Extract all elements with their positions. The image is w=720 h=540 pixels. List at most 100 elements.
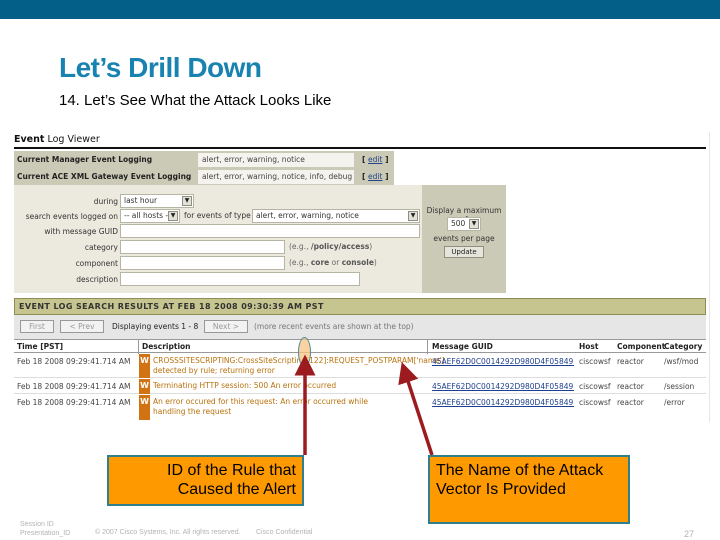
chevron-down-icon[interactable]: ▼	[168, 211, 178, 221]
chevron-down-icon[interactable]: ▼	[182, 196, 192, 206]
slide-subtitle: 14. Let’s See What the Attack Looks Like	[59, 92, 332, 109]
event-type-label: for events of type	[184, 211, 251, 220]
guid-input[interactable]	[120, 224, 420, 238]
current-gateway-logging-label: Current ACE XML Gateway Event Logging	[17, 172, 192, 181]
search-form: during last hour ▼ search events logged …	[14, 185, 422, 293]
update-button[interactable]: Update	[444, 246, 484, 258]
hosts-select[interactable]: -- all hosts -- ▼	[120, 209, 180, 223]
event-log-viewer-screenshot: Event Log Viewer Current Manager Event L…	[10, 132, 710, 422]
component-hint-core: core	[310, 258, 330, 267]
category-hint: (e.g., /policy/access)	[289, 242, 372, 251]
warning-level-badge: W	[139, 354, 150, 378]
row-category: /session	[664, 382, 695, 391]
row-description: An error occured for this request: An er…	[153, 397, 368, 416]
max-events-select[interactable]: 500 ▼	[447, 217, 481, 231]
current-logging-panel: Current Manager Event Logging alert, err…	[14, 151, 394, 185]
category-input[interactable]	[120, 240, 285, 254]
events-per-page-label: events per page	[433, 234, 495, 243]
hosts-label: search events logged on	[25, 212, 118, 221]
table-header: Time [PST] Description Message GUID Host…	[14, 339, 706, 354]
component-hint: (e.g., core or console)	[289, 258, 377, 267]
chevron-down-icon[interactable]: ▼	[469, 219, 479, 229]
row-time: Feb 18 2008 09:29:41.714 AM	[17, 398, 131, 407]
warning-level-badge: W	[139, 395, 150, 420]
viewer-title: Event Log Viewer	[14, 134, 100, 145]
hosts-select-value: -- all hosts --	[124, 211, 171, 220]
row-component: reactor	[617, 357, 644, 366]
footer-copyright: © 2007 Cisco Systems, Inc. All rights re…	[95, 529, 241, 536]
component-hint-console: console	[341, 258, 374, 267]
rule-id-callout: ID of the Rule that Caused the Alert	[107, 455, 304, 506]
row-category: /error	[664, 398, 685, 407]
row-guid-link[interactable]: 45AEF62D0C0014292D980D4F05849E2D	[432, 357, 574, 366]
viewer-title-bold: Event	[14, 134, 45, 145]
title-divider	[14, 147, 706, 149]
column-category[interactable]: Category	[664, 342, 706, 351]
component-label: component	[75, 259, 118, 268]
row-component: reactor	[617, 398, 644, 407]
description-row: description	[14, 273, 118, 288]
description-label: description	[76, 275, 118, 284]
row-host: ciscowsf	[579, 382, 611, 391]
footer-session: Session ID Presentation_ID	[20, 520, 70, 538]
component-hint-post: )	[373, 258, 377, 267]
category-hint-pre: (e.g.,	[289, 242, 311, 251]
description-input[interactable]	[120, 272, 360, 286]
column-time[interactable]: Time [PST]	[17, 342, 63, 351]
row-time: Feb 18 2008 09:29:41.714 AM	[17, 382, 131, 391]
edit-manager-logging: [ edit ]	[362, 155, 389, 164]
guid-label: with message GUID	[44, 227, 118, 236]
current-manager-logging-label: Current Manager Event Logging	[17, 155, 153, 164]
edit-gateway-logging: [ edit ]	[362, 172, 389, 181]
row-host: ciscowsf	[579, 398, 611, 407]
column-component[interactable]: Component	[617, 342, 665, 351]
page-number: 27	[684, 529, 695, 539]
current-manager-logging-value: alert, error, warning, notice	[198, 153, 354, 167]
edit-manager-logging-link[interactable]: edit	[368, 155, 382, 164]
next-button[interactable]: Next >	[204, 320, 248, 333]
max-events-value: 500	[451, 219, 466, 228]
during-select[interactable]: last hour ▼	[120, 194, 194, 208]
column-separator	[138, 340, 139, 354]
screenshot-edge	[709, 132, 710, 422]
footer-presentation-id: Presentation_ID	[20, 530, 71, 537]
results-header: EVENT LOG SEARCH RESULTS AT FEB 18 2008 …	[14, 298, 706, 315]
row-component: reactor	[617, 382, 644, 391]
event-type-select-value: alert, error, warning, notice	[256, 211, 359, 220]
pagination-bar: First < Prev Displaying events 1 - 8 Nex…	[14, 315, 706, 339]
chevron-down-icon[interactable]: ▼	[408, 211, 418, 221]
column-message-guid[interactable]: Message GUID	[432, 342, 493, 351]
event-type-select[interactable]: alert, error, warning, notice ▼	[252, 209, 420, 223]
current-manager-logging-row: Current Manager Event Logging alert, err…	[14, 152, 394, 168]
edit-gateway-logging-link[interactable]: edit	[368, 172, 382, 181]
prev-button[interactable]: < Prev	[60, 320, 104, 333]
column-description[interactable]: Description	[142, 342, 191, 351]
row-guid-link[interactable]: 45AEF62D0C0014292D980D4F05849E2D	[432, 398, 574, 407]
table-row[interactable]: Feb 18 2008 09:29:41.714 AM W CROSSSITES…	[14, 354, 706, 378]
during-select-value: last hour	[124, 196, 158, 205]
component-row: component	[14, 257, 118, 272]
footer-confidential: Cisco Confidential	[256, 529, 313, 536]
attack-vector-callout: The Name of the Attack Vector Is Provide…	[428, 455, 630, 524]
guid-row: with message GUID	[14, 225, 118, 240]
table-row[interactable]: Feb 18 2008 09:29:41.714 AM W Terminatin…	[14, 379, 706, 394]
slide-title: Let’s Drill Down	[59, 52, 262, 83]
viewer-title-rest: Log Viewer	[44, 134, 100, 145]
rule-id-highlight	[298, 337, 311, 367]
during-label: during	[93, 197, 118, 206]
column-host[interactable]: Host	[579, 342, 598, 351]
ordering-note: (more recent events are shown at the top…	[254, 322, 414, 331]
first-button[interactable]: First	[20, 320, 54, 333]
table-row[interactable]: Feb 18 2008 09:29:41.714 AM W An error o…	[14, 395, 706, 420]
category-hint-post: )	[369, 242, 373, 251]
component-input[interactable]	[120, 256, 285, 270]
row-time: Feb 18 2008 09:29:41.714 AM	[17, 357, 131, 366]
row-guid-link[interactable]: 45AEF62D0C0014292D980D4F05849E2D	[432, 382, 574, 391]
category-row: category	[14, 241, 118, 256]
current-gateway-logging-value: alert, error, warning, notice, info, deb…	[198, 170, 354, 184]
hosts-row: search events logged on	[14, 210, 118, 225]
row-host: ciscowsf	[579, 357, 611, 366]
component-hint-mid: or	[329, 258, 342, 267]
warning-level-badge: W	[139, 379, 150, 394]
component-hint-pre: (e.g.,	[289, 258, 311, 267]
